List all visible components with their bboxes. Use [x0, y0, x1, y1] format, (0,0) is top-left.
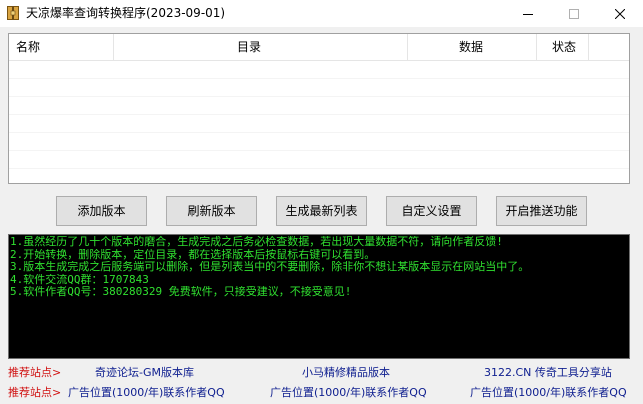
enable-push-button[interactable]: 开启推送功能	[496, 196, 587, 226]
site-link[interactable]: 3122.CN 传奇工具分享站	[484, 364, 612, 382]
log-line: 4.软件交流QQ群：1707843	[10, 273, 149, 286]
title-bar[interactable]: 天凉爆率查询转换程序(2023-09-01)	[0, 0, 643, 27]
close-icon	[615, 8, 625, 19]
column-header-name[interactable]: 名称	[16, 34, 40, 60]
log-line: 1.虽然经历了几十个版本的磨合，生成完成之后务必检查数据，若出现大量数据不符，请…	[10, 236, 503, 248]
column-header-directory[interactable]: 目录	[237, 34, 261, 60]
list-header: 名称 目录 数据 状态	[9, 34, 629, 61]
close-button[interactable]	[597, 0, 643, 27]
site-link[interactable]: 奇迹论坛-GM版本库	[95, 364, 194, 382]
recommended-sites-row-1: 推荐站点> 奇迹论坛-GM版本库 小马精修精品版本 3122.CN 传奇工具分享…	[0, 364, 643, 382]
ad-link[interactable]: 广告位置(1000/年)联系作者QQ	[470, 384, 627, 402]
log-line: 3.版本生成完成之后服务端可以删除，但是列表当中的不要删除，除非你不想让某版本显…	[10, 261, 530, 274]
window-title: 天凉爆率查询转换程序(2023-09-01)	[26, 6, 226, 20]
column-header-status[interactable]: 状态	[552, 34, 576, 60]
archive-book-icon	[7, 6, 19, 20]
custom-settings-button[interactable]: 自定义设置	[386, 196, 477, 226]
minimize-icon	[523, 9, 533, 19]
log-line: 2.开始转换，删除版本，定位目录，都在选择版本后按鼠标右键可以看到。	[10, 248, 376, 261]
recommended-label: 推荐站点>	[8, 366, 62, 379]
log-line: 5.软件作者QQ号：380280329 免费软件，只接受建议，不接受意见!	[10, 286, 352, 299]
site-link[interactable]: 小马精修精品版本	[302, 364, 390, 382]
version-list[interactable]: 名称 目录 数据 状态	[8, 33, 630, 184]
add-version-button[interactable]: 添加版本	[56, 196, 147, 226]
column-header-data[interactable]: 数据	[459, 34, 483, 60]
maximize-button[interactable]	[551, 0, 597, 27]
ad-link[interactable]: 广告位置(1000/年)联系作者QQ	[270, 384, 427, 402]
minimize-button[interactable]	[505, 0, 551, 27]
recommended-label: 推荐站点>	[8, 386, 62, 399]
ad-link[interactable]: 广告位置(1000/年)联系作者QQ	[68, 384, 225, 402]
recommended-sites-row-2: 推荐站点> 广告位置(1000/年)联系作者QQ 广告位置(1000/年)联系作…	[0, 384, 643, 402]
maximize-icon	[569, 8, 579, 19]
generate-list-button[interactable]: 生成最新列表	[276, 196, 367, 226]
refresh-version-button[interactable]: 刷新版本	[166, 196, 257, 226]
log-console[interactable]: 1.虽然经历了几十个版本的磨合，生成完成之后务必检查数据，若出现大量数据不符，请…	[8, 234, 630, 359]
